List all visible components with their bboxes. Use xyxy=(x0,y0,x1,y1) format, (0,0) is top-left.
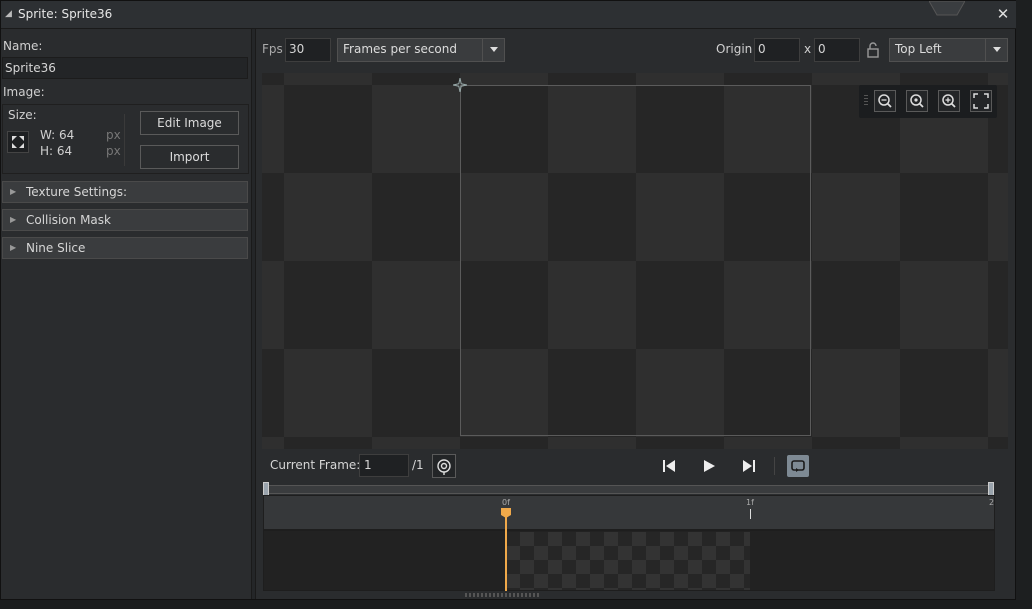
timeline-scrollbar[interactable] xyxy=(266,485,991,494)
window-title: Sprite: Sprite36 xyxy=(18,7,113,21)
lock-icon[interactable] xyxy=(866,41,880,59)
chevron-down-icon xyxy=(482,39,504,61)
sprite-name-field[interactable]: Sprite36 xyxy=(2,57,248,79)
origin-y-input[interactable]: 0 xyxy=(814,38,860,62)
zoom-out-icon[interactable] xyxy=(874,90,896,112)
playback-divider xyxy=(774,457,775,475)
fps-label: Fps xyxy=(262,42,283,56)
drag-handle-icon[interactable] xyxy=(864,95,868,107)
loop-toggle-icon[interactable] xyxy=(787,455,809,477)
playhead-handle-icon[interactable] xyxy=(500,507,512,519)
tick-mark xyxy=(750,509,751,519)
nine-slice-section[interactable]: ▶ Nine Slice xyxy=(2,237,248,259)
expand-arrow-icon: ▶ xyxy=(10,215,17,224)
resize-icon[interactable] xyxy=(7,131,29,153)
section-label: Texture Settings: xyxy=(26,185,128,199)
frame-thumbnail[interactable] xyxy=(506,532,750,590)
import-button[interactable]: Import xyxy=(140,145,239,169)
expand-arrow-icon: ▶ xyxy=(10,243,17,252)
width-value: W: 64 xyxy=(40,128,75,142)
playhead-line xyxy=(505,513,507,591)
timeline-ruler[interactable] xyxy=(263,495,995,530)
title-bar[interactable]: ◢ Sprite: Sprite36 ✕ xyxy=(1,1,1017,29)
fps-input[interactable]: 30 xyxy=(285,38,331,62)
collision-mask-section[interactable]: ▶ Collision Mask xyxy=(2,209,248,231)
height-value: H: 64 xyxy=(40,144,73,158)
sprite-editor-window: ◢ Sprite: Sprite36 ✕ Name: Sprite36 Imag… xyxy=(0,0,1017,600)
title-notch-decoration xyxy=(929,1,965,16)
section-label: Collision Mask xyxy=(26,213,111,227)
current-frame-input[interactable]: 1 xyxy=(359,454,409,477)
section-label: Nine Slice xyxy=(26,241,86,255)
onion-skin-icon[interactable] xyxy=(432,454,456,478)
tick-label: 1f xyxy=(746,498,754,507)
origin-preset-value: Top Left xyxy=(895,42,942,56)
width-unit: px xyxy=(106,128,121,142)
tick-label: 2 xyxy=(989,498,995,507)
zoom-toolbar xyxy=(859,85,997,118)
size-label: Size: xyxy=(8,108,37,122)
speed-mode-value: Frames per second xyxy=(343,42,457,56)
origin-separator: x xyxy=(804,42,812,56)
expand-arrow-icon: ▶ xyxy=(10,187,17,196)
skip-to-start-icon[interactable] xyxy=(661,458,677,474)
texture-settings-section[interactable]: ▶ Texture Settings: xyxy=(2,181,248,203)
origin-label: Origin xyxy=(716,42,753,56)
sprite-bounds xyxy=(460,85,811,436)
zoom-reset-icon[interactable] xyxy=(906,90,928,112)
fit-to-screen-icon[interactable] xyxy=(970,90,992,112)
resize-grip-icon[interactable] xyxy=(465,593,541,597)
chevron-down-icon xyxy=(985,39,1007,61)
window-bottom-edge xyxy=(0,600,1032,609)
image-label: Image: xyxy=(3,85,45,99)
skip-to-end-icon[interactable] xyxy=(741,458,757,474)
play-icon[interactable] xyxy=(701,458,717,474)
panel-splitter[interactable] xyxy=(251,29,256,599)
size-divider xyxy=(124,114,125,166)
edit-image-button[interactable]: Edit Image xyxy=(140,111,239,135)
current-frame-label: Current Frame: xyxy=(270,458,361,472)
scrollbar-right-handle[interactable] xyxy=(988,482,994,496)
collapse-arrow-icon[interactable]: ◢ xyxy=(5,9,12,19)
close-icon[interactable]: ✕ xyxy=(995,5,1011,23)
speed-mode-dropdown[interactable]: Frames per second xyxy=(337,38,505,62)
origin-marker-icon[interactable] xyxy=(453,78,467,92)
origin-x-input[interactable]: 0 xyxy=(754,38,800,62)
total-frames: /1 xyxy=(412,458,424,472)
tick-label: 0f xyxy=(502,498,510,507)
zoom-in-icon[interactable] xyxy=(938,90,960,112)
height-unit: px xyxy=(106,144,121,158)
name-label: Name: xyxy=(3,39,43,53)
origin-preset-dropdown[interactable]: Top Left xyxy=(889,38,1008,62)
window-edge xyxy=(1016,0,1032,609)
scrollbar-left-handle[interactable] xyxy=(263,482,269,496)
